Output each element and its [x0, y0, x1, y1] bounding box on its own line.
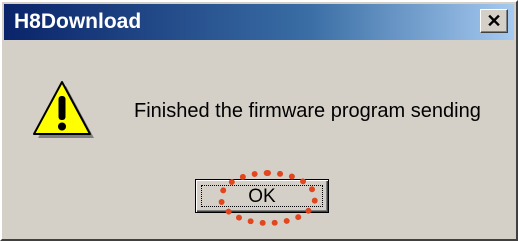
title-bar[interactable]: H8Download ✕	[4, 4, 514, 40]
warning-icon	[33, 81, 94, 138]
window-title: H8Download	[14, 10, 142, 33]
dialog-message: Finished the firmware program sending	[134, 100, 481, 122]
close-icon: ✕	[486, 11, 502, 31]
ok-button[interactable]: OK	[195, 179, 329, 213]
close-button[interactable]: ✕	[480, 9, 508, 33]
ok-button-label: OK	[248, 186, 276, 207]
message-dialog: H8Download ✕ Finished the firmware progr…	[0, 0, 518, 241]
